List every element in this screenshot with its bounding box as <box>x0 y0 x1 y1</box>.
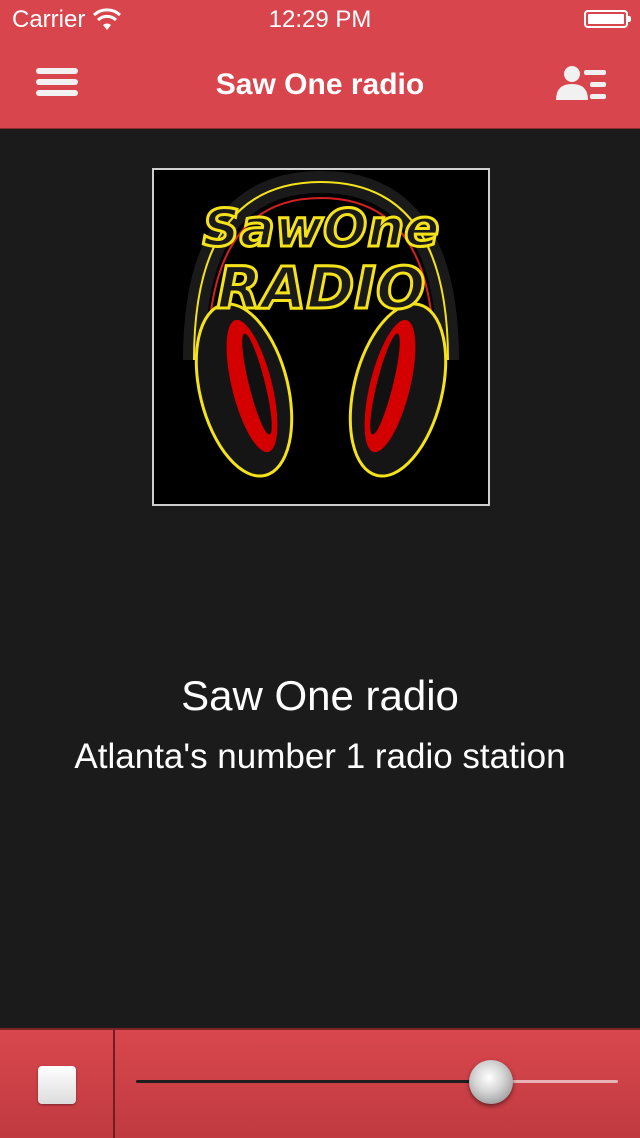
logo-text-line2: RADIO <box>217 254 426 322</box>
station-description: Atlanta's number 1 radio station <box>74 737 566 776</box>
page-title: Saw One radio <box>215 68 425 101</box>
status-bar: Carrier 12:29 PM <box>0 0 640 40</box>
volume-slider-thumb[interactable] <box>469 1060 513 1104</box>
navigation-bar: Saw One radio <box>0 40 640 128</box>
battery-icon <box>584 10 631 28</box>
station-name: Saw One radio <box>181 672 459 719</box>
station-artwork: SawOne RADIO <box>152 168 490 506</box>
volume-track-filled <box>136 1080 483 1083</box>
stop-control <box>0 1030 115 1138</box>
stop-icon[interactable] <box>38 1066 76 1104</box>
top-bar: Carrier 12:29 PM Saw One radio <box>0 0 640 129</box>
headphones-logo: SawOne RADIO <box>154 170 488 504</box>
contact-list-icon[interactable] <box>552 64 608 104</box>
volume-slider[interactable] <box>136 1052 618 1112</box>
logo-text-line1: SawOne <box>202 199 439 259</box>
clock: 12:29 PM <box>268 6 372 33</box>
